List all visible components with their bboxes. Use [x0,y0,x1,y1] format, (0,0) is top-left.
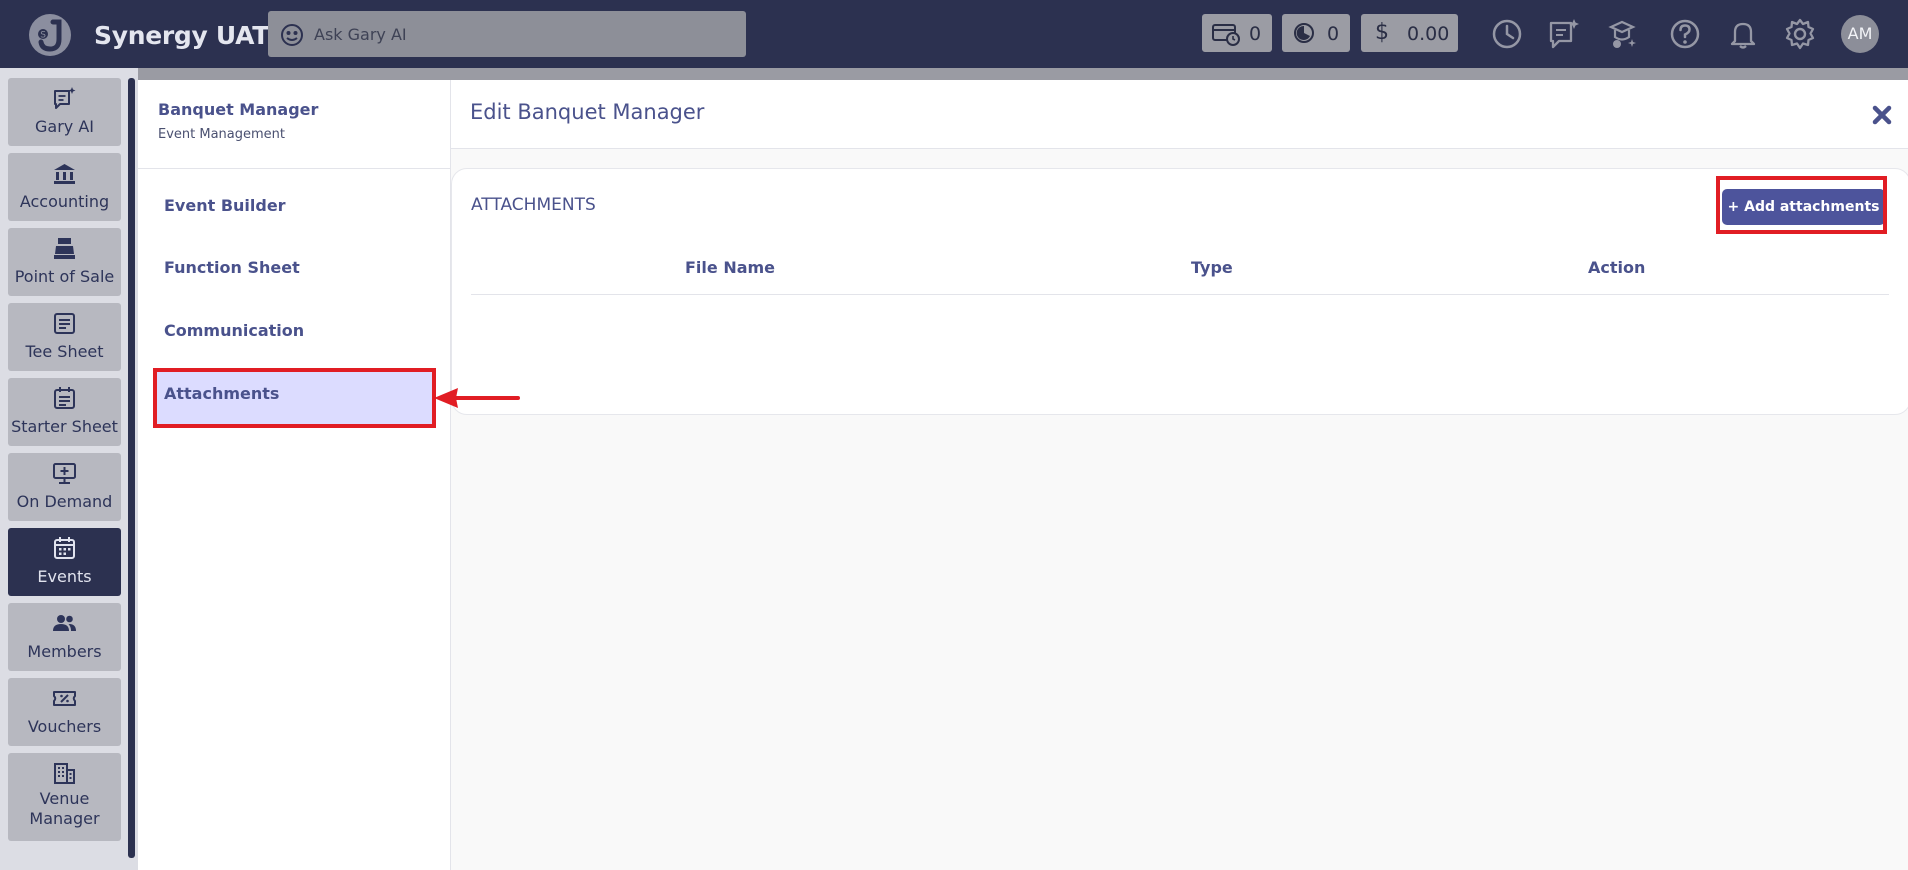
column-header-action[interactable]: Action [1588,258,1645,277]
sidebar-label: Accounting [19,192,110,211]
ticket-icon [53,691,76,706]
sidebar-label: Tee Sheet [25,342,104,361]
synergy-logo-icon[interactable]: S [26,12,74,58]
main-header: Edit Banquet Manager [451,80,1908,149]
building-icon [54,763,75,784]
sidebar-item-accounting[interactable]: Accounting [8,153,121,221]
sidebar-item-tee-sheet[interactable]: Tee Sheet [8,303,121,371]
highlight-box-add-button [1716,176,1887,234]
highlight-box-attachments [153,368,436,428]
pointer-arrow-icon [434,388,520,408]
sidebar-label: On Demand [16,492,113,511]
subnav-subtitle: Event Management [158,127,286,142]
user-avatar[interactable]: AM [1841,15,1879,53]
timer-count: 0 [1327,23,1340,45]
calendar-icon [54,537,75,559]
sidebar-item-venue-manager[interactable]: Venue Manager [8,753,121,841]
main-content: Edit Banquet Manager ATTACHMENTS + Add a… [451,80,1908,870]
subnav-item-function-sheet[interactable]: Function Sheet [164,258,300,277]
calendar-list-icon [54,387,75,409]
sidebar-label: Events [37,567,92,586]
sidebar-label: Gary AI [35,117,94,136]
app-title: Synergy UAT [94,21,269,50]
dollar-icon: $ [1375,20,1389,45]
divider [138,168,451,169]
bank-icon [54,164,75,184]
gear-icon[interactable] [1783,17,1817,51]
ticket-clock-icon [1212,24,1240,46]
cash-register-icon [54,238,75,259]
users-icon [53,615,76,631]
search-input[interactable] [314,20,734,48]
sidebar-item-vouchers[interactable]: Vouchers [8,678,121,746]
sidebar-scrollbar[interactable] [128,78,135,858]
ai-notes-icon[interactable] [1547,17,1581,51]
sidebar-label: Members [27,642,102,661]
column-header-file-name[interactable]: File Name [685,258,775,277]
gary-ai-icon [281,24,303,46]
balance-value: 0.00 [1407,23,1450,45]
clock-icon[interactable] [1490,17,1524,51]
sidebar-label: Point of Sale [14,267,115,286]
sidebar-item-members[interactable]: Members [8,603,121,671]
top-bar: S Synergy UAT 0 0 $ 0.00 [0,0,1908,68]
section-title: ATTACHMENTS [471,195,596,215]
timer-counter[interactable]: 0 [1282,14,1350,52]
subnav-item-communication[interactable]: Communication [164,321,304,340]
sidebar-label: Starter Sheet [11,417,118,436]
edit-panel: Banquet Manager Event Management Event B… [138,80,1908,870]
sidebar-label: Venue Manager [29,789,100,828]
sidebar: Gary AI Accounting Point of Sale Tee She… [0,68,138,870]
help-icon[interactable] [1668,17,1702,51]
monitor-plus-icon [53,463,76,484]
bell-icon[interactable] [1726,17,1760,51]
page-title: Edit Banquet Manager [470,100,705,124]
column-header-type[interactable]: Type [1191,258,1233,277]
sidebar-item-starter-sheet[interactable]: Starter Sheet [8,378,121,446]
balance-display[interactable]: $ 0.00 [1361,14,1458,52]
sidebar-label: Vouchers [27,717,102,736]
table-header-divider [471,294,1889,295]
sub-navigation: Banquet Manager Event Management Event B… [138,80,451,870]
ticket-counter[interactable]: 0 [1202,14,1272,52]
svg-text:S: S [40,31,46,41]
pie-clock-icon [1294,23,1314,43]
close-icon[interactable] [1869,102,1895,128]
ticket-count: 0 [1249,23,1262,45]
subnav-title: Banquet Manager [158,100,319,119]
ai-notes-icon [54,87,76,109]
ai-assistant-icon[interactable] [1605,17,1639,51]
ask-gary-search[interactable] [268,11,746,57]
attachments-card: ATTACHMENTS + Add attachments File Name … [451,168,1908,415]
subnav-item-event-builder[interactable]: Event Builder [164,196,286,215]
backdrop-strip [138,68,1908,80]
list-doc-icon [54,313,75,334]
sidebar-item-on-demand[interactable]: On Demand [8,453,121,521]
sidebar-item-point-of-sale[interactable]: Point of Sale [8,228,121,296]
sidebar-item-events[interactable]: Events [8,528,121,596]
sidebar-item-gary-ai[interactable]: Gary AI [8,78,121,146]
